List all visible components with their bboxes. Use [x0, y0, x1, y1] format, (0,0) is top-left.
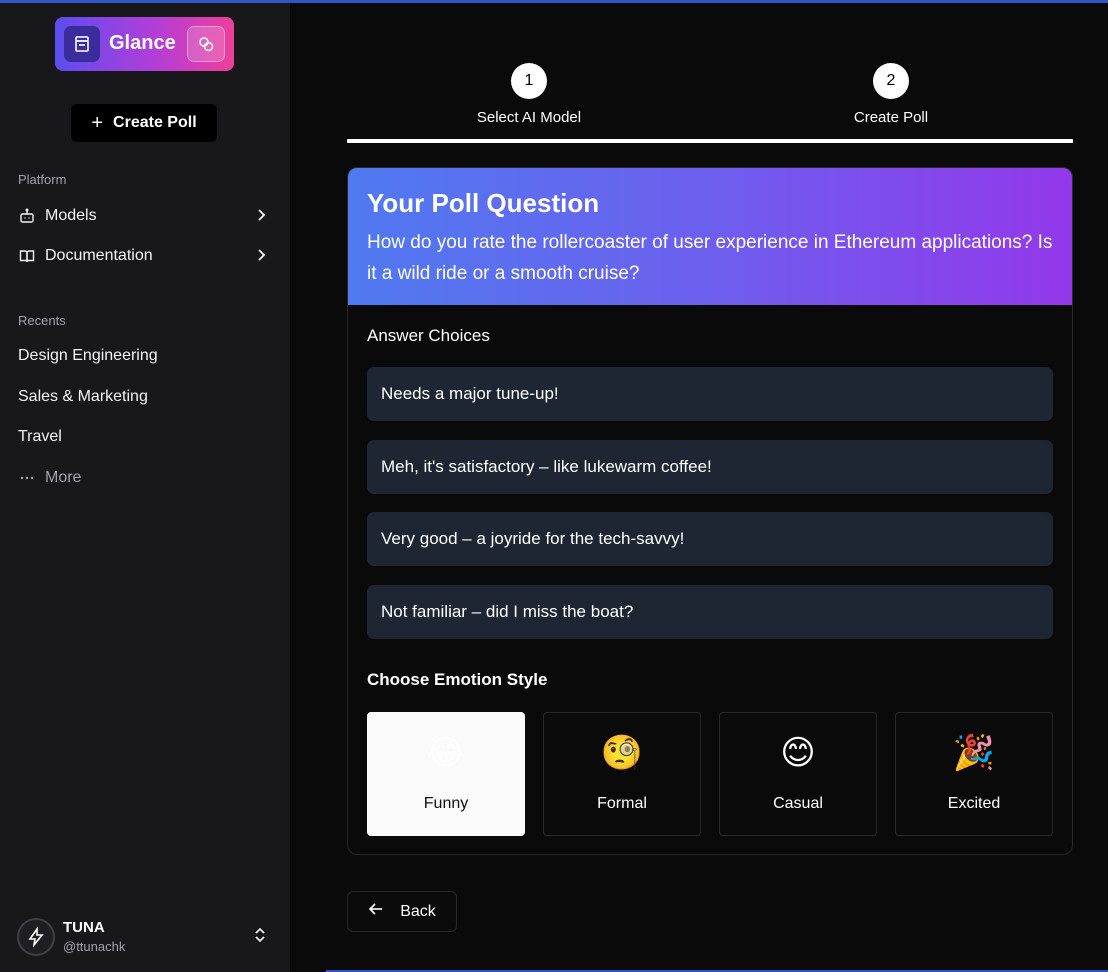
chevrons-up-down-icon[interactable] [253, 926, 267, 949]
emotion-option-formal[interactable]: 🧐 Formal [543, 712, 701, 836]
sidebar-item-label: Documentation [45, 247, 153, 264]
more-horizontal-icon [18, 469, 36, 487]
step-select-ai-model[interactable]: 1 Select AI Model [429, 63, 629, 126]
step-number: 2 [873, 63, 909, 99]
sidebar-item-label: Models [45, 207, 97, 224]
poll-title: Your Poll Question [367, 188, 600, 218]
emotion-label: Excited [947, 795, 1001, 812]
step-number: 1 [511, 63, 547, 99]
emotion-option-excited[interactable]: 🎉 Excited [895, 712, 1053, 836]
chevron-right-icon [254, 208, 268, 227]
emotion-label: Formal [597, 795, 647, 812]
user-menu[interactable]: TUNA @ttunachk [17, 916, 275, 956]
emotion-label: Casual [773, 795, 823, 812]
poll-question: How do you rate the rollercoaster of use… [367, 232, 1053, 284]
plus-icon: + [91, 112, 104, 134]
chevron-right-icon [254, 248, 268, 267]
platform-section-label: Platform [18, 172, 67, 187]
create-poll-label: Create Poll [113, 114, 197, 131]
monocle-emoji-icon: 🧐 [600, 734, 644, 772]
link-icon[interactable] [187, 26, 225, 62]
arrow-left-icon [368, 902, 384, 921]
back-label: Back [400, 902, 436, 920]
answer-choice[interactable]: Very good – a joyride for the tech-savvy… [367, 512, 1053, 566]
window-top-border [0, 0, 1108, 3]
poll-card-header: Your Poll Question How do you rate the r… [348, 168, 1072, 305]
create-poll-button[interactable]: + Create Poll [71, 104, 217, 142]
recent-item-label: Design Engineering [18, 347, 158, 364]
answer-choices-label: Answer Choices [367, 326, 490, 345]
recent-item-label: Travel [18, 428, 62, 445]
emotion-option-casual[interactable]: 😊 Casual [719, 712, 877, 836]
more-button[interactable]: More [18, 466, 272, 490]
app-logo[interactable]: Glance [55, 17, 234, 71]
sidebar-item-documentation[interactable]: Documentation [18, 244, 272, 268]
more-label: More [45, 469, 82, 486]
recents-section-label: Recents [18, 313, 66, 328]
main-content: 1 Select AI Model 2 Create Poll Your Pol… [290, 0, 1108, 972]
back-button[interactable]: Back [347, 891, 457, 932]
poll-card: Your Poll Question How do you rate the r… [347, 167, 1073, 855]
recent-item-design-engineering[interactable]: Design Engineering [18, 344, 272, 368]
sidebar: Glance + Create Poll Platform Models Doc… [0, 0, 290, 972]
answer-choice[interactable]: Not familiar – did I miss the boat? [367, 585, 1053, 639]
smiling-emoji-icon: 😊 [780, 734, 816, 772]
step-create-poll[interactable]: 2 Create Poll [791, 63, 991, 126]
archive-icon [64, 26, 100, 62]
emotion-option-funny[interactable]: 😂 Funny [367, 712, 525, 836]
lightning-icon [28, 927, 44, 947]
answer-choice[interactable]: Meh, it's satisfactory – like lukewarm c… [367, 440, 1053, 494]
recent-item-sales-marketing[interactable]: Sales & Marketing [18, 385, 272, 409]
step-label: Create Poll [853, 109, 929, 126]
app-name: Glance [109, 32, 176, 54]
user-handle: @ttunachk [63, 939, 126, 954]
book-icon [18, 247, 36, 265]
bot-icon [18, 207, 36, 225]
answer-choice[interactable]: Needs a major tune-up! [367, 367, 1053, 421]
sidebar-item-models[interactable]: Models [18, 204, 272, 228]
recent-item-travel[interactable]: Travel [18, 425, 272, 449]
emotion-label: Funny [423, 795, 469, 812]
step-label: Select AI Model [476, 109, 582, 126]
avatar [17, 918, 55, 956]
step-progress-bar [347, 139, 1073, 143]
recent-item-label: Sales & Marketing [18, 388, 148, 405]
user-name: TUNA [63, 919, 105, 936]
party-popper-icon: 🎉 [952, 734, 996, 772]
laughing-emoji-icon: 😂 [426, 734, 466, 772]
emotion-style-label: Choose Emotion Style [367, 670, 548, 689]
